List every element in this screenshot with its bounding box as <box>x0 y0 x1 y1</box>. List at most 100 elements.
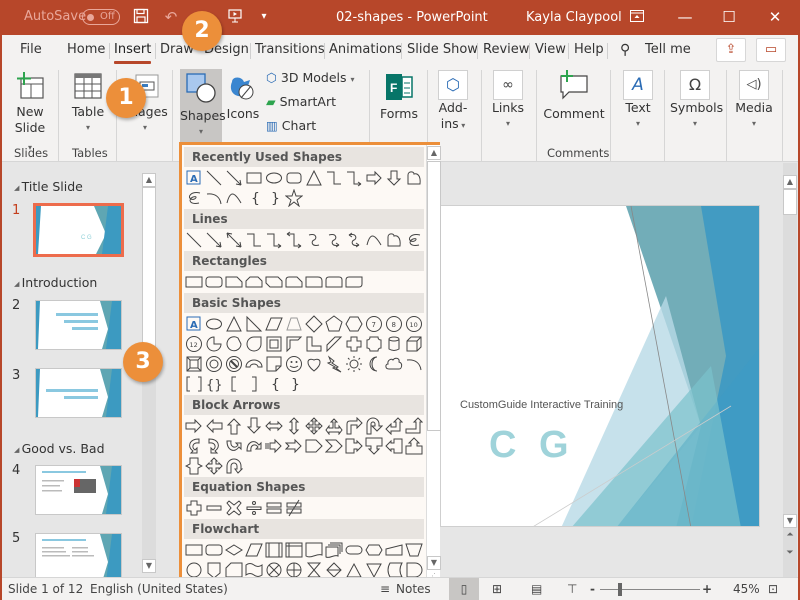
scrollbar-thumb[interactable] <box>142 187 156 351</box>
quad-arrow-shape-icon[interactable] <box>305 417 323 435</box>
multiply-shape-icon[interactable] <box>225 499 243 517</box>
slide-thumbnail-1[interactable]: C G <box>33 203 124 257</box>
pentagon-arrow-shape-icon[interactable] <box>305 437 323 455</box>
left-right-arrow-callout-shape-icon[interactable] <box>185 457 203 475</box>
scroll-down-icon[interactable]: ▼ <box>783 514 797 528</box>
add-ins-button[interactable]: ⬡ Add- ins ▾ <box>436 70 470 134</box>
curved-left-arrow-shape-icon[interactable] <box>205 437 223 455</box>
left-brace-shape-icon[interactable]: { <box>245 189 263 207</box>
left-arrow-shape-icon[interactable] <box>205 417 223 435</box>
flowchart-manual-input-icon[interactable] <box>385 541 403 559</box>
freeform-shape-icon[interactable] <box>385 231 403 249</box>
curved-arrow-connector-shape-icon[interactable] <box>325 231 343 249</box>
bevel-shape-icon[interactable] <box>185 355 203 373</box>
tab-view[interactable]: View <box>535 42 566 57</box>
slide-scrollbar[interactable]: ▲ ▼ ⏶ ⏷ <box>783 163 797 577</box>
symbols-button[interactable]: Ω Symbols ▾ <box>670 70 723 132</box>
zoom-slider-thumb[interactable] <box>618 583 622 596</box>
curved-right-arrow-shape-icon[interactable] <box>185 437 203 455</box>
chart-button[interactable]: ▥ Chart <box>266 118 356 134</box>
left-brace-shape-icon[interactable]: { <box>265 375 283 393</box>
scroll-up-icon[interactable]: ▲ <box>427 146 441 160</box>
search-icon[interactable]: ⚲ <box>620 42 630 58</box>
double-brace-shape-icon[interactable]: {} <box>205 375 223 393</box>
dodecagon-shape-icon[interactable]: 12 <box>185 335 203 353</box>
decagon-shape-icon[interactable]: 10 <box>405 315 423 333</box>
slide-logo[interactable]: C G <box>489 424 575 467</box>
round-single-corner-rectangle-shape-icon[interactable] <box>305 273 323 291</box>
language-indicator[interactable]: English (United States) <box>90 582 228 596</box>
tab-home[interactable]: Home <box>67 42 105 57</box>
flowchart-data-icon[interactable] <box>245 541 263 559</box>
right-bracket-shape-icon[interactable] <box>245 375 263 393</box>
flowchart-terminator-icon[interactable] <box>345 541 363 559</box>
reading-view-icon[interactable]: ▤ <box>531 582 542 596</box>
equal-shape-icon[interactable] <box>265 499 283 517</box>
comment-button[interactable]: Comment <box>543 70 605 122</box>
arrow-line-shape-icon[interactable] <box>205 231 223 249</box>
flowchart-multidocument-icon[interactable] <box>325 541 343 559</box>
save-icon[interactable] <box>132 8 150 26</box>
slide-thumbnail-2[interactable] <box>35 300 122 350</box>
gallery-scrollbar[interactable]: ▲ ▼ <box>426 145 441 581</box>
right-arrow-shape-icon[interactable] <box>365 169 383 187</box>
rectangle-shape-icon[interactable] <box>185 273 203 291</box>
slide-thumbnail-3[interactable] <box>35 368 122 418</box>
heart-shape-icon[interactable] <box>305 355 323 373</box>
tab-transitions[interactable]: Transitions <box>255 42 325 57</box>
oval-shape-icon[interactable] <box>265 169 283 187</box>
user-name[interactable]: Kayla Claypool <box>526 10 622 25</box>
flowchart-alternate-process-icon[interactable] <box>205 541 223 559</box>
zoom-out-icon[interactable]: - <box>590 582 595 596</box>
icons-button[interactable]: Icons <box>226 72 260 122</box>
flowchart-document-icon[interactable] <box>305 541 323 559</box>
curved-up-arrow-shape-icon[interactable] <box>225 437 243 455</box>
arc-shape-icon[interactable] <box>205 189 223 207</box>
shapes-button[interactable]: Shapes ▾ <box>180 69 226 142</box>
half-frame-shape-icon[interactable] <box>285 335 303 353</box>
scribble-shape-icon[interactable] <box>185 189 203 207</box>
down-arrow-callout-shape-icon[interactable] <box>365 437 383 455</box>
smartart-button[interactable]: ▰ SmartArt <box>266 94 356 110</box>
l-shape-icon[interactable] <box>305 335 323 353</box>
snip-single-corner-rectangle-shape-icon[interactable] <box>225 273 243 291</box>
flowchart-manual-operation-icon[interactable] <box>405 541 423 559</box>
share-icon[interactable]: ⇪ <box>716 38 746 62</box>
round-diagonal-corner-rectangle-shape-icon[interactable] <box>345 273 363 291</box>
chevron-shape-icon[interactable] <box>325 437 343 455</box>
flowchart-preparation-icon[interactable] <box>365 541 383 559</box>
rectangle-shape-icon[interactable] <box>245 169 263 187</box>
right-arrow-shape-icon[interactable] <box>185 417 203 435</box>
flowchart-decision-icon[interactable] <box>225 541 243 559</box>
left-right-up-arrow-shape-icon[interactable] <box>325 417 343 435</box>
oval-shape-icon[interactable] <box>205 315 223 333</box>
trapezoid-shape-icon[interactable] <box>285 315 303 333</box>
curve-shape-icon[interactable] <box>225 189 243 207</box>
next-slide-icon[interactable]: ⏷ <box>783 548 797 558</box>
block-arc-shape-icon[interactable] <box>245 355 263 373</box>
curved-double-arrow-connector-shape-icon[interactable] <box>345 231 363 249</box>
round-same-side-corner-rectangle-shape-icon[interactable] <box>325 273 343 291</box>
section-good-vs-bad[interactable]: Good vs. Bad <box>14 441 105 456</box>
normal-view-icon[interactable]: ▯ <box>449 578 479 600</box>
slide-show-view-icon[interactable]: ⊤ <box>567 582 577 596</box>
flowchart-predefined-process-icon[interactable] <box>265 541 283 559</box>
rounded-rectangle-shape-icon[interactable] <box>205 273 223 291</box>
elbow-connector-shape-icon[interactable] <box>245 231 263 249</box>
new-slide-button[interactable]: New Slide ▾ <box>12 72 48 156</box>
smiley-face-shape-icon[interactable] <box>285 355 303 373</box>
heptagon-shape-icon[interactable]: 7 <box>365 315 383 333</box>
folded-corner-shape-icon[interactable] <box>265 355 283 373</box>
left-right-arrow-shape-icon[interactable] <box>265 417 283 435</box>
not-equal-shape-icon[interactable] <box>285 499 303 517</box>
scroll-down-icon[interactable]: ▼ <box>427 556 441 570</box>
lightning-bolt-shape-icon[interactable] <box>325 355 343 373</box>
curved-connector-shape-icon[interactable] <box>305 231 323 249</box>
right-arrow-callout-shape-icon[interactable] <box>345 437 363 455</box>
slide-sorter-view-icon[interactable]: ⊞ <box>492 582 502 596</box>
sun-shape-icon[interactable] <box>345 355 363 373</box>
tab-animations[interactable]: Animations <box>329 42 402 57</box>
left-arrow-callout-shape-icon[interactable] <box>385 437 403 455</box>
donut-shape-icon[interactable] <box>205 355 223 373</box>
text-button[interactable]: A Text ▾ <box>620 70 656 132</box>
